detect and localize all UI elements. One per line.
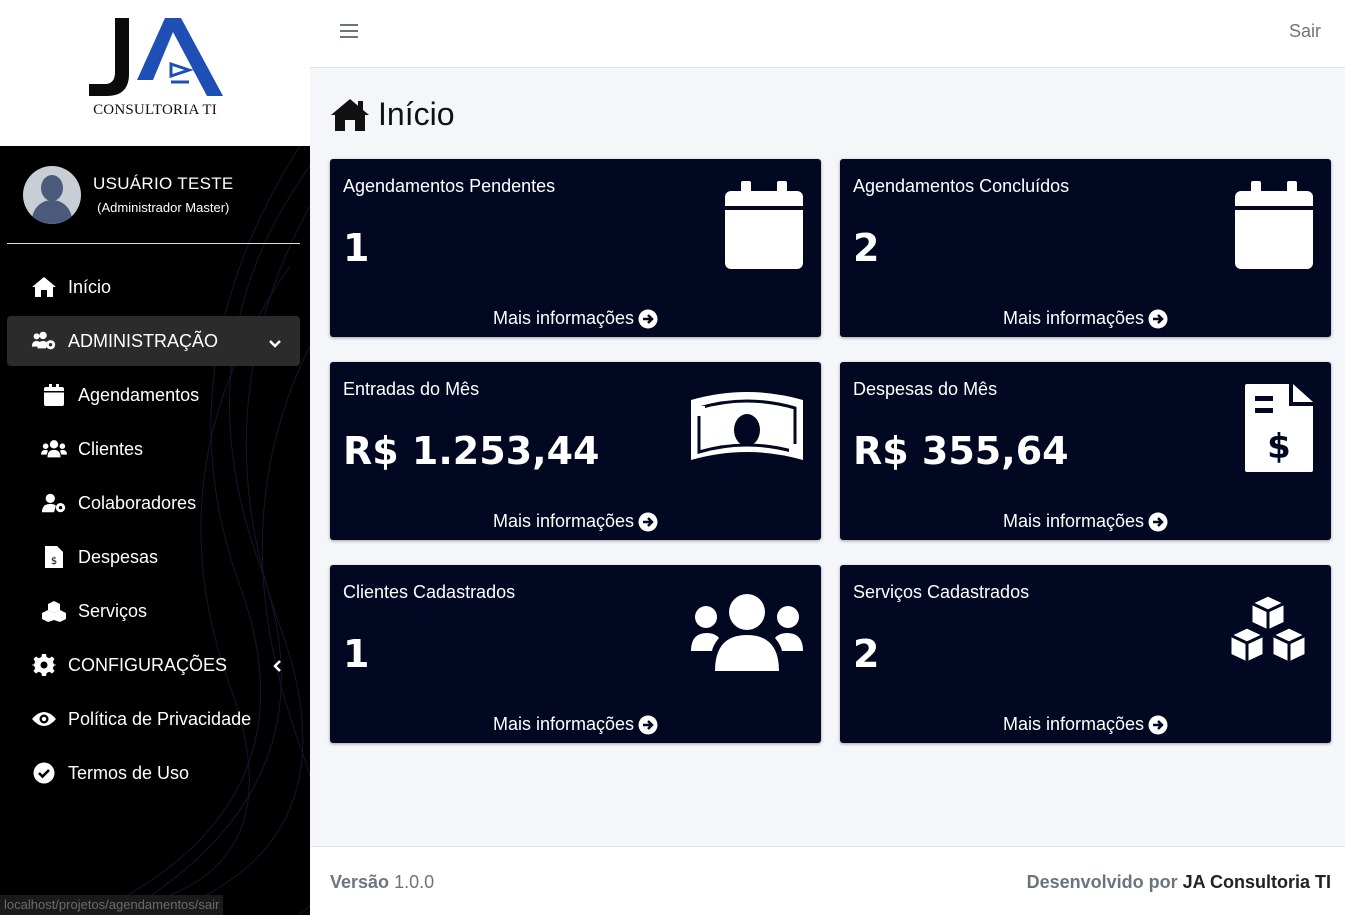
card-title: Entradas do Mês — [343, 379, 480, 399]
stat-card-clientes-cadastrados: Clientes Cadastrados 1 Mais informações — [330, 565, 821, 743]
sidebar-item-label: Início — [68, 276, 112, 297]
users-cog-icon — [31, 329, 57, 353]
more-info-link[interactable]: Mais informações — [330, 308, 821, 329]
card-title: Agendamentos Concluídos — [853, 176, 1070, 196]
main-content: Início Agendamentos Pendentes 1 Mais inf… — [310, 68, 1345, 846]
sidebar-item-agendamentos[interactable]: Agendamentos — [7, 370, 300, 420]
sidebar-item-administracao[interactable]: ADMINISTRAÇÃO — [7, 316, 300, 366]
sidebar-nav: Início ADMINISTRAÇÃO Agendamentos Client… — [0, 262, 310, 798]
sidebar-item-termos[interactable]: Termos de Uso — [7, 748, 300, 798]
chevron-left-icon — [272, 657, 282, 678]
svg-text:$: $ — [51, 556, 57, 567]
card-value: R$ 355,64 — [853, 429, 1069, 473]
brand-subtitle: CONSULTORIA TI — [93, 102, 217, 118]
stat-card-agendamentos-pendentes: Agendamentos Pendentes 1 Mais informaçõe… — [330, 159, 821, 337]
developer-link[interactable]: JA Consultoria TI — [1183, 872, 1331, 892]
home-icon — [331, 98, 369, 131]
card-title: Despesas do Mês — [853, 379, 998, 399]
sidebar-item-label: Agendamentos — [78, 384, 200, 405]
chevron-down-icon — [268, 333, 282, 354]
arrow-circle-right-icon — [638, 715, 658, 734]
calendar-icon — [41, 383, 67, 407]
arrow-circle-right-icon — [1148, 715, 1168, 734]
stat-card-agendamentos-concluidos: Agendamentos Concluídos 2 Mais informaçõ… — [840, 159, 1331, 337]
calendar-icon — [725, 181, 803, 273]
sidebar-item-despesas[interactable]: $ Despesas — [7, 532, 300, 582]
card-value: 2 — [853, 632, 880, 676]
arrow-circle-right-icon — [638, 309, 658, 328]
logout-link[interactable]: Sair — [1289, 21, 1321, 42]
invoice-dollar-icon: $ — [1245, 384, 1313, 478]
more-info-link[interactable]: Mais informações — [330, 714, 821, 735]
card-value: 1 — [343, 632, 370, 676]
money-bill-icon — [691, 390, 803, 474]
more-info-link[interactable]: Mais informações — [840, 511, 1331, 532]
sidebar-item-label: Política de Privacidade — [68, 708, 252, 729]
arrow-circle-right-icon — [1148, 309, 1168, 328]
sidebar: CONSULTORIA TI USUÁRIO TESTE (Administra… — [0, 0, 310, 915]
sidebar-item-servicos[interactable]: Serviços — [7, 586, 300, 636]
user-cog-icon — [41, 491, 67, 515]
card-value: 1 — [343, 226, 370, 270]
ja-logo-icon — [89, 18, 223, 96]
user-role: (Administrador Master) — [97, 200, 230, 215]
menu-toggle-icon[interactable] — [340, 24, 358, 40]
invoice-dollar-icon: $ — [41, 545, 67, 569]
sidebar-item-clientes[interactable]: Clientes — [7, 424, 300, 474]
user-panel[interactable]: USUÁRIO TESTE (Administrador Master) — [7, 146, 300, 244]
footer: Versão 1.0.0 Desenvolvido por JA Consult… — [310, 846, 1345, 915]
sidebar-item-label: Colaboradores — [78, 492, 197, 513]
sidebar-item-configuracoes[interactable]: CONFIGURAÇÕES — [7, 640, 300, 690]
users-icon — [41, 437, 67, 461]
page-title: Início — [330, 96, 454, 133]
sidebar-item-label: ADMINISTRAÇÃO — [68, 330, 219, 351]
sidebar-item-privacidade[interactable]: Política de Privacidade — [7, 694, 300, 744]
card-title: Clientes Cadastrados — [343, 582, 516, 602]
more-info-link[interactable]: Mais informações — [840, 308, 1331, 329]
sidebar-item-label: Despesas — [78, 546, 159, 567]
card-title: Serviços Cadastrados — [853, 582, 1030, 602]
calendar-icon — [1235, 181, 1313, 273]
browser-status-url: localhost/projetos/agendamentos/sair — [0, 895, 224, 915]
developer-credit: Desenvolvido por JA Consultoria TI — [1026, 872, 1331, 892]
svg-text:$: $ — [1267, 427, 1291, 467]
more-info-link[interactable]: Mais informações — [330, 511, 821, 532]
arrow-circle-right-icon — [1148, 512, 1168, 531]
arrow-circle-right-icon — [638, 512, 658, 531]
user-name: USUÁRIO TESTE — [93, 174, 234, 193]
sidebar-item-label: Serviços — [78, 600, 148, 621]
brand-logo[interactable]: CONSULTORIA TI — [0, 0, 310, 146]
card-value: R$ 1.253,44 — [343, 429, 600, 473]
more-info-link[interactable]: Mais informações — [840, 714, 1331, 735]
card-value: 2 — [853, 226, 880, 270]
version-info: Versão 1.0.0 — [330, 872, 435, 892]
cubes-icon — [41, 599, 67, 623]
sidebar-item-label: CONFIGURAÇÕES — [68, 654, 228, 675]
eye-icon — [31, 707, 57, 731]
sidebar-item-inicio[interactable]: Início — [7, 262, 300, 312]
users-icon — [691, 593, 803, 677]
sidebar-item-colaboradores[interactable]: Colaboradores — [7, 478, 300, 528]
avatar[interactable] — [23, 165, 81, 224]
stat-card-servicos-cadastrados: Serviços Cadastrados 2 Mais informações — [840, 565, 1331, 743]
top-navbar: Sair — [310, 0, 1345, 68]
cubes-icon — [1223, 593, 1313, 677]
check-circle-icon — [31, 761, 57, 785]
stat-card-despesas-mes: Despesas do Mês R$ 355,64 $ Mais informa… — [840, 362, 1331, 540]
sidebar-item-label: Termos de Uso — [68, 762, 190, 783]
home-icon — [31, 275, 57, 299]
stat-card-entradas-mes: Entradas do Mês R$ 1.253,44 Mais informa… — [330, 362, 821, 540]
sidebar-item-label: Clientes — [78, 438, 144, 459]
gear-icon — [31, 653, 57, 677]
card-title: Agendamentos Pendentes — [343, 176, 556, 196]
